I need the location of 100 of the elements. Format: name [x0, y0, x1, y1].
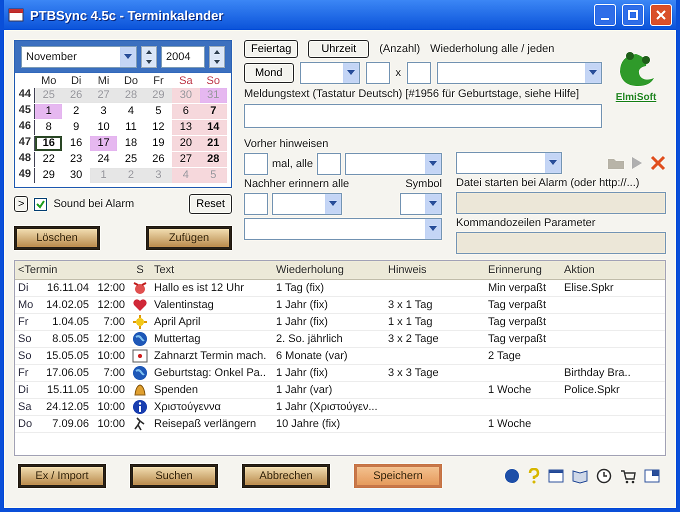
table-cell-text: 10:00 [96, 350, 126, 362]
calendar-day[interactable]: 16 [62, 136, 90, 151]
weekday-label: Fr [152, 75, 165, 87]
action-button[interactable]: Löschen [14, 226, 100, 250]
calendar-day[interactable]: 4 [117, 104, 145, 119]
calendar-day[interactable]: 25 [117, 152, 145, 167]
table-cell-text: 1 Tag (fix) [275, 282, 326, 294]
table-cell-text: Police.Spkr [563, 384, 621, 396]
calendar-day[interactable]: 6 [172, 104, 200, 119]
calendar-day[interactable]: 26 [144, 152, 172, 167]
sound-label: Sound bei Alarm [53, 198, 136, 210]
window-title: PTBSync 4.5c - Terminkalender [30, 8, 224, 22]
column-header[interactable]: Erinnerung [485, 264, 561, 276]
calendar-day[interactable]: 2 [62, 104, 90, 119]
table-cell-text: So [17, 350, 32, 362]
table-cell-text: 15.11.05 [46, 384, 90, 396]
calendar-day[interactable]: 28 [200, 152, 227, 167]
calendar-day[interactable]: 8 [35, 120, 62, 135]
column-header[interactable]: Hinweis [385, 264, 485, 276]
action-button[interactable]: Speichern [354, 464, 442, 488]
calendar-day[interactable]: 3 [90, 104, 118, 119]
calendar-day[interactable]: 5 [144, 104, 172, 119]
week-number: 48 [17, 152, 35, 167]
month-dropdown[interactable]: November [21, 46, 137, 68]
column-header[interactable]: <Termin [15, 264, 129, 276]
calendar-day[interactable]: 10 [90, 120, 118, 135]
table-cell-text: Spenden [153, 384, 200, 396]
table-cell-text: 2 Tage [487, 350, 522, 362]
calendar-day[interactable]: 30 [62, 168, 90, 183]
before-label: Vorher hinweisen [244, 138, 330, 150]
table-cell-text: 10:00 [96, 401, 126, 413]
table-cell-text: 10 Jahre (fix) [275, 418, 342, 430]
reset-button[interactable]: Reset [189, 194, 232, 214]
calendar-day[interactable]: 13 [172, 120, 200, 135]
expand-button[interactable]: > [14, 196, 28, 212]
action-button[interactable]: Abbrechen [242, 464, 330, 488]
calendar-day[interactable]: 7 [200, 104, 227, 119]
table-cell-text: Di [17, 384, 30, 396]
column-header[interactable]: Aktion [561, 264, 637, 276]
weekday-label: Do [122, 75, 140, 87]
table-cell-text: 7:00 [102, 316, 126, 328]
calendar-day[interactable]: 17 [90, 136, 118, 151]
table-cell-text: 2. So. jährlich [275, 333, 344, 345]
calendar-day[interactable]: 18 [117, 136, 145, 151]
table-cell-text: 10:00 [96, 384, 126, 396]
before-every-label: mal, alle [272, 158, 313, 170]
symbol-label: Symbol [405, 178, 442, 190]
column-header[interactable]: S [129, 264, 151, 276]
year-field[interactable]: 2004 [161, 46, 205, 68]
calendar-day[interactable]: 16 [35, 136, 62, 151]
calendar-day[interactable]: 19 [144, 136, 172, 151]
table-cell-text: 14.02.05 [45, 299, 90, 311]
action-button[interactable]: Suchen [130, 464, 218, 488]
moon-button[interactable]: Mond [244, 63, 294, 83]
table-cell-text: Zahnarzt Termin mach. [153, 350, 268, 362]
weekday-label: Sa [178, 75, 194, 87]
table-cell-text: 15.05.05 [45, 350, 90, 362]
table-cell-text: 3 x 2 Tage [387, 333, 440, 345]
table-cell-text: 1 Jahr (fix) [275, 316, 329, 328]
calendar-day[interactable]: 21 [200, 136, 227, 151]
calendar-day[interactable]: 14 [200, 120, 227, 135]
table-cell-text: 24.12.05 [45, 401, 90, 413]
table-cell-text: Do [17, 418, 34, 430]
table-cell-text: Di [17, 282, 30, 294]
table-cell-text: Valentinstag [153, 299, 215, 311]
weekday-label: Mi [96, 75, 110, 87]
table-cell-text: Geburtstag: Onkel Pa.. [153, 367, 267, 379]
calendar-day[interactable]: 20 [172, 136, 200, 151]
table-cell-text: 3 x 1 Tag [387, 299, 434, 311]
table-cell-text: Hallo es ist 12 Uhr [153, 282, 245, 294]
calendar-day[interactable]: 29 [35, 168, 62, 183]
table-cell-text: Min verpaßt [487, 282, 548, 294]
calendar-day[interactable]: 23 [62, 152, 90, 167]
times-label: x [396, 67, 402, 79]
table-cell-text: Tag verpaßt [487, 316, 548, 328]
table-cell-text: 1 Jahr (fix) [275, 299, 329, 311]
calendar-day[interactable]: 11 [117, 120, 145, 135]
calendar-day[interactable]: 27 [172, 152, 200, 167]
table-cell-text: 7.09.06 [51, 418, 90, 430]
action-button[interactable]: Ex / Import [18, 464, 106, 488]
weekday-label: Di [70, 75, 82, 87]
table-cell-text: 16.11.04 [46, 282, 90, 294]
column-header[interactable]: Wiederholung [273, 264, 385, 276]
time-button[interactable]: Uhrzeit [308, 40, 370, 58]
column-header[interactable]: Text [151, 264, 273, 276]
calendar-day[interactable]: 1 [35, 104, 62, 119]
calendar-day[interactable]: 12 [144, 120, 172, 135]
table-cell-text: Tag verpaßt [487, 333, 548, 345]
calendar-day[interactable]: 24 [90, 152, 118, 167]
table-cell-text: 12:00 [96, 299, 126, 311]
table-cell-text: Muttertag [153, 333, 202, 345]
action-button[interactable]: Zufügen [146, 226, 232, 250]
table-cell-text: So [17, 333, 32, 345]
table-cell-text: 17.06.05 [45, 367, 90, 379]
calendar-day[interactable]: 9 [62, 120, 90, 135]
holiday-button[interactable]: Feiertag [244, 40, 298, 58]
weekday-label: So [206, 75, 222, 87]
table-cell-text: Elise.Spkr [563, 282, 615, 294]
table-cell-text: Birthday Bra.. [563, 367, 632, 379]
calendar-day[interactable]: 22 [35, 152, 62, 167]
